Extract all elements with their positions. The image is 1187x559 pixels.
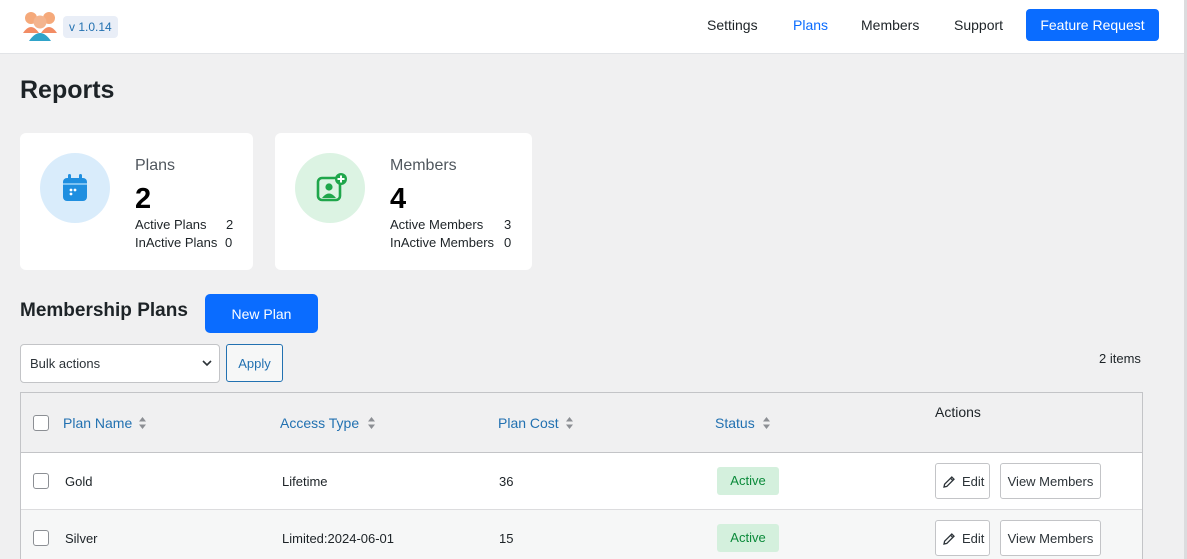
active-plans-value: 2: [226, 217, 234, 232]
sort-icon[interactable]: [138, 416, 147, 430]
row-checkbox[interactable]: [33, 473, 49, 489]
top-bar: v 1.0.14 Settings Plans Members Support …: [0, 0, 1184, 54]
access-type: Limited:2024-06-01: [282, 531, 395, 546]
members-label: Members: [390, 157, 457, 174]
edit-label: Edit: [962, 474, 985, 489]
plans-count: 2: [135, 183, 152, 215]
section-title: Membership Plans: [20, 300, 188, 321]
column-plan-cost[interactable]: Plan Cost: [498, 415, 559, 431]
edit-label: Edit: [962, 531, 985, 546]
pencil-icon: [943, 476, 955, 488]
add-member-icon: [316, 173, 347, 202]
bulk-actions-select[interactable]: Bulk actions: [20, 344, 220, 383]
version-badge: v 1.0.14: [63, 16, 118, 38]
access-type: Lifetime: [282, 474, 328, 489]
table-row: Silver Limited:2024-06-01 15 Active Edit…: [21, 510, 1142, 559]
nav-settings[interactable]: Settings: [707, 0, 758, 50]
new-plan-button[interactable]: New Plan: [205, 294, 318, 333]
row-checkbox[interactable]: [33, 530, 49, 546]
chevron-down-icon: [202, 360, 212, 367]
members-stat-card: Members 4 Active Members 3 InActive Memb…: [275, 133, 532, 270]
column-status[interactable]: Status: [715, 415, 755, 431]
active-members-value: 3: [504, 217, 512, 232]
inactive-plans-value: 0: [225, 235, 233, 250]
sort-icon[interactable]: [367, 416, 376, 430]
sort-icon[interactable]: [762, 416, 771, 430]
column-plan-name[interactable]: Plan Name: [63, 415, 132, 431]
inactive-members-value: 0: [504, 235, 512, 250]
plans-label: Plans: [135, 157, 176, 174]
plans-stat-card: Plans 2 Active Plans 2 InActive Plans 0: [20, 133, 253, 270]
plan-cost: 15: [499, 531, 514, 546]
status-badge: Active: [717, 524, 779, 552]
plans-table: Plan Name Access Type Plan Cost Status A…: [20, 392, 1143, 559]
table-row: Gold Lifetime 36 Active Edit View Member…: [21, 453, 1142, 510]
bulk-actions-value: Bulk actions: [30, 356, 101, 371]
active-members-label: Active Members: [390, 217, 484, 232]
page-title: Reports: [20, 76, 115, 104]
app-logo-icon: [23, 12, 57, 41]
inactive-plans-label: InActive Plans: [135, 235, 218, 250]
plan-name: Silver: [65, 531, 98, 546]
members-count: 4: [390, 183, 407, 215]
table-header: Plan Name Access Type Plan Cost Status A…: [21, 393, 1142, 453]
inactive-members-label: InActive Members: [390, 235, 495, 250]
pencil-icon: [943, 533, 955, 545]
active-plans-label: Active Plans: [135, 217, 207, 232]
nav-plans[interactable]: Plans: [793, 0, 828, 50]
select-all-checkbox[interactable]: [33, 415, 49, 431]
column-access-type[interactable]: Access Type: [280, 415, 359, 431]
edit-button[interactable]: Edit: [935, 520, 990, 556]
column-actions: Actions: [935, 404, 981, 420]
feature-request-button[interactable]: Feature Request: [1026, 9, 1159, 41]
status-badge: Active: [717, 467, 779, 495]
items-count: 2 items: [1099, 351, 1141, 366]
plan-name: Gold: [65, 474, 93, 489]
nav-members[interactable]: Members: [861, 0, 919, 50]
sort-icon[interactable]: [565, 416, 574, 430]
apply-button[interactable]: Apply: [226, 344, 283, 382]
plan-cost: 36: [499, 474, 514, 489]
nav-support[interactable]: Support: [954, 0, 1003, 50]
members-icon-circle: [295, 153, 365, 223]
view-members-button[interactable]: View Members: [1000, 520, 1101, 556]
plans-icon-circle: [40, 153, 110, 223]
edit-button[interactable]: Edit: [935, 463, 990, 499]
view-members-button[interactable]: View Members: [1000, 463, 1101, 499]
calendar-icon: [63, 174, 87, 201]
